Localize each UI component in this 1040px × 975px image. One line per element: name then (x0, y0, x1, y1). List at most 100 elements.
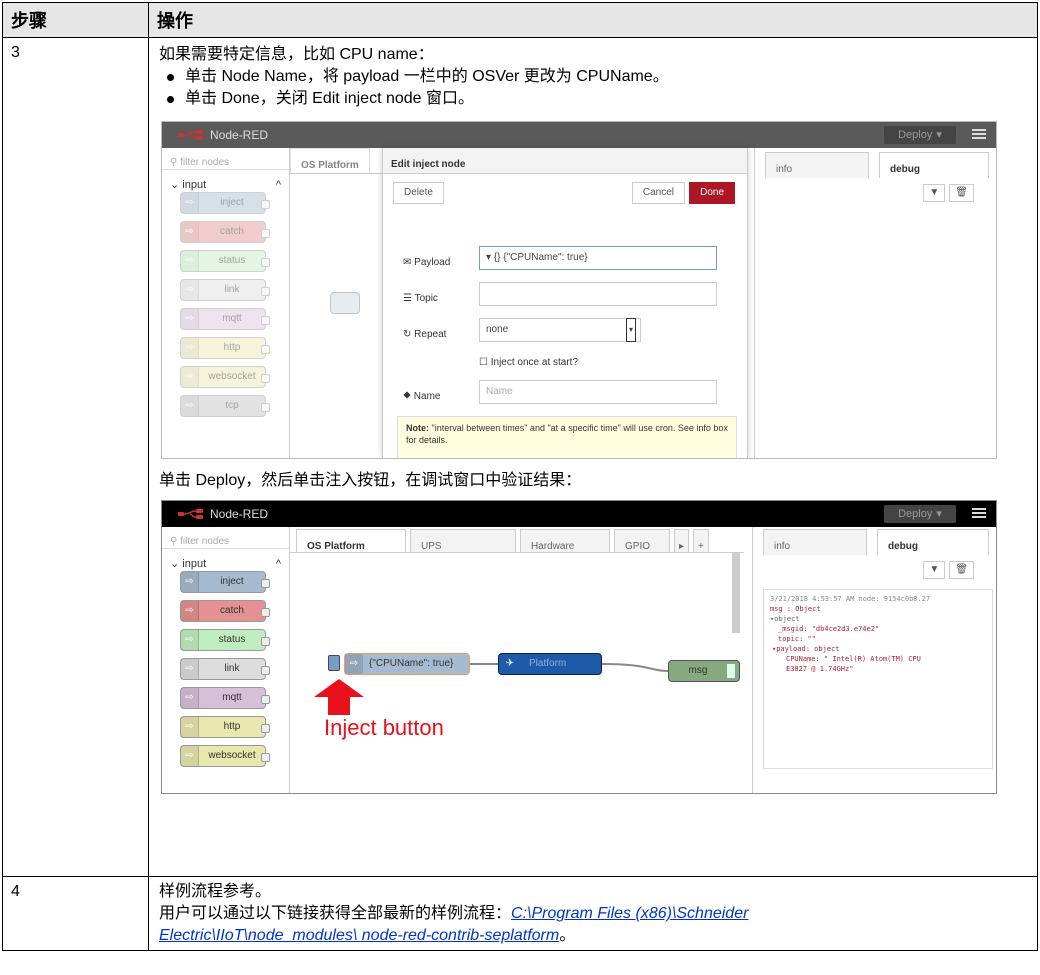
tab-gpio-set[interactable]: GPIO Set (614, 529, 670, 574)
node-red-logo-icon (178, 130, 203, 140)
bullet-item: 单击 Done，关闭 Edit inject node 窗口。 (165, 88, 1027, 110)
palette-node-0[interactable]: ⇨ inject (180, 192, 270, 214)
flow-canvas[interactable]: ⇨ {"CPUName": true} ✈ Platform msg Injec… (290, 553, 744, 793)
inject-node[interactable] (330, 292, 360, 314)
red-arrow-icon (314, 679, 364, 715)
menu-icon[interactable] (972, 127, 986, 141)
inject-button[interactable] (328, 655, 340, 671)
deploy-button[interactable]: Deploy ▾ (884, 126, 956, 144)
menu-icon[interactable] (972, 506, 986, 520)
node-icon: ⇨ (181, 717, 199, 737)
node-icon: ⇨ (181, 572, 199, 592)
filter-icon[interactable]: ▼ (923, 561, 946, 579)
deploy-button[interactable]: Deploy ▾ (884, 505, 956, 523)
palette-list: ⇨ inject ⇨ catch ⇨ status ⇨ link ⇨ mqtt ⇨ http ⇨ webs… (162, 571, 289, 767)
inject-once-checkbox[interactable]: ☐ Inject once at start? (479, 352, 578, 374)
palette-node-label: link (224, 284, 240, 295)
inject-flow-node[interactable]: ⇨ {"CPUName": true} (344, 653, 470, 675)
sample-flow-link-cont[interactable]: Electric\IIoT\node_modules\ node-red-con… (159, 927, 559, 944)
palette-node-label: mqtt (222, 313, 242, 324)
palette-node-label: inject (220, 576, 244, 587)
edit-dialog: Edit inject node Delete Cancel Done ✉ Pa… (382, 148, 748, 458)
name-field[interactable]: Name (479, 380, 717, 404)
sample-flow-link[interactable]: C:\Program Files (x86)\Schneider (511, 905, 748, 922)
platform-flow-node[interactable]: ✈ Platform (498, 653, 602, 675)
topic-field[interactable] (479, 282, 717, 306)
screenshot-deployed-flow: Node-RED Deploy ▾ ⚲ filter nodes ⌄ input ^… (161, 500, 997, 794)
tab-debug[interactable]: debug (879, 152, 989, 178)
palette-node-5[interactable]: ⇨ http (180, 716, 270, 738)
palette-node-6[interactable]: ⇨ websocket (180, 745, 270, 767)
palette-node-5[interactable]: ⇨ http (180, 337, 270, 359)
debug-toggle[interactable] (727, 664, 735, 678)
platform-icon: ✈ (505, 658, 515, 669)
palette-node-3[interactable]: ⇨ link (180, 279, 270, 301)
node-icon: ⇨ (181, 746, 199, 766)
node-icon: ⇨ (181, 222, 199, 242)
tab-ups[interactable]: UPS (410, 529, 516, 552)
trash-icon[interactable]: 🗑 (949, 184, 974, 202)
payload-field[interactable]: ▾ {} {"CPUName": true} (479, 246, 717, 270)
chevron-down-icon: ▾ (625, 318, 636, 342)
node-palette: ⚲ filter nodes ⌄ input ^ ⇨ inject ⇨ catch ⇨ st… (162, 527, 290, 793)
search-icon: ⚲ (170, 536, 178, 547)
tab-info[interactable]: info (763, 529, 867, 555)
done-button[interactable]: Done (689, 182, 735, 204)
node-icon: ⇨ (181, 251, 199, 271)
palette-node-0[interactable]: ⇨ inject (180, 571, 270, 593)
palette-node-label: mqtt (222, 692, 242, 703)
filter-input[interactable]: ⚲ filter nodes (162, 148, 289, 170)
tab-os-platform[interactable]: OS Platform (290, 148, 370, 173)
palette-node-4[interactable]: ⇨ mqtt (180, 687, 270, 709)
tab-os-platform[interactable]: OS Platform (296, 529, 406, 552)
node-icon: ⇨ (181, 280, 199, 300)
node-icon: ⇨ (181, 193, 199, 213)
palette-node-3[interactable]: ⇨ link (180, 658, 270, 680)
chevron-right-icon[interactable]: ▸ (674, 529, 690, 552)
workspace-tabs: OS Platform (290, 148, 382, 174)
flow-canvas[interactable] (290, 174, 382, 458)
header-action: 操作 (148, 2, 1038, 38)
list-icon: ☰ (403, 293, 412, 304)
debug-message: 3/21/2018 4:53:57 AM node: 9154c0b8.27 m… (763, 589, 993, 769)
tab-debug[interactable]: debug (877, 529, 989, 555)
node-icon: ⇨ (181, 367, 199, 387)
node-red-logo-icon (178, 509, 203, 519)
envelope-icon: ✉ (403, 257, 412, 268)
palette-node-label: inject (220, 197, 244, 208)
palette-node-1[interactable]: ⇨ catch (180, 600, 270, 622)
palette-node-7[interactable]: ⇨ tcp (180, 395, 270, 417)
sidebar: info debug ▼ 🗑 3/21/2018 4:53:57 AM node… (752, 527, 996, 793)
filter-input[interactable]: ⚲ filter nodes (162, 527, 289, 549)
deploy-label: Deploy (898, 129, 933, 141)
palette-node-4[interactable]: ⇨ mqtt (180, 308, 270, 330)
cancel-button[interactable]: Cancel (631, 182, 685, 204)
deploy-instruction: 单击 Deploy，然后单击注入按钮，在调试窗口中验证结果： (159, 472, 582, 489)
filter-icon[interactable]: ▼ (923, 184, 946, 202)
search-icon: ⚲ (170, 157, 178, 168)
topic-label: ☰ Topic (403, 293, 438, 304)
header-row: 步骤 操作 (2, 2, 1038, 38)
palette-node-label: status (218, 255, 246, 266)
header-step: 步骤 (2, 2, 149, 38)
inject-button-annotation: Inject button (324, 715, 444, 740)
tab-hardware-monitor[interactable]: Hardware Monitor (520, 529, 610, 574)
add-tab-icon[interactable]: + (693, 529, 709, 552)
palette-node-1[interactable]: ⇨ catch (180, 221, 270, 243)
link-line: 用户可以通过以下链接获得全部最新的样例流程：C:\Program Files (… (159, 905, 749, 944)
intro-text: 如果需要特定信息，比如 CPU name： (159, 46, 434, 63)
delete-button[interactable]: Delete (393, 182, 444, 204)
debug-flow-node[interactable]: msg (668, 660, 740, 682)
node-icon: ⇨ (181, 338, 199, 358)
bullet-item: 单击 Node Name，将 payload 一栏中的 OSVer 更改为 CP… (165, 66, 1027, 88)
step-content: 样例流程参考。 用户可以通过以下链接获得全部最新的样例流程：C:\Program… (148, 876, 1038, 951)
trash-icon[interactable]: 🗑 (949, 561, 974, 579)
tab-info[interactable]: info (765, 152, 869, 178)
node-icon: ⇨ (181, 688, 199, 708)
palette-node-6[interactable]: ⇨ websocket (180, 366, 270, 388)
palette-node-2[interactable]: ⇨ status (180, 629, 270, 651)
palette-node-2[interactable]: ⇨ status (180, 250, 270, 272)
repeat-select[interactable]: none ▾ (479, 318, 641, 342)
table-row: 3 如果需要特定信息，比如 CPU name： 单击 Node Name，将 p… (2, 37, 1038, 877)
palette-node-label: catch (220, 226, 244, 237)
